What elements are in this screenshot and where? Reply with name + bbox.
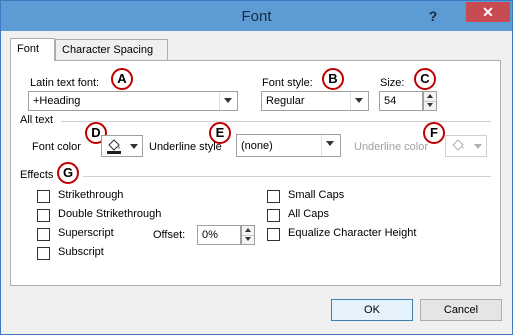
font-color-button[interactable] xyxy=(101,135,143,157)
chevron-down-icon xyxy=(474,144,482,149)
subscript-label: Subscript xyxy=(58,246,104,258)
marker-b: B xyxy=(322,68,344,90)
latin-font-combo[interactable]: +Heading xyxy=(28,91,238,111)
double-strikethrough-checkbox[interactable] xyxy=(37,209,50,222)
cancel-button[interactable]: Cancel xyxy=(420,299,502,321)
paint-bucket-icon xyxy=(107,139,121,154)
offset-value: 0% xyxy=(202,229,218,241)
font-dialog: Font ? ✕ Font Character Spacing Latin te… xyxy=(0,0,513,335)
size-input[interactable]: 54 xyxy=(379,91,423,111)
chevron-down-icon xyxy=(130,144,138,149)
tab-font[interactable]: Font xyxy=(10,38,55,61)
offset-input[interactable]: 0% xyxy=(197,225,241,245)
font-tab-panel: Latin text font: A +Heading Font style: … xyxy=(10,60,501,286)
title-bar: Font ? ✕ xyxy=(1,1,512,31)
size-spinner[interactable] xyxy=(423,91,437,111)
subscript-checkbox[interactable] xyxy=(37,247,50,260)
latin-font-value: +Heading xyxy=(33,95,81,107)
close-button[interactable]: ✕ xyxy=(466,2,510,22)
effects-label: Effects xyxy=(20,169,54,181)
double-strikethrough-label: Double Strikethrough xyxy=(58,208,162,220)
superscript-checkbox[interactable] xyxy=(37,228,50,241)
all-text-label: All text xyxy=(20,114,54,126)
ok-button[interactable]: OK xyxy=(331,299,413,321)
divider xyxy=(83,176,491,177)
marker-a: A xyxy=(111,68,133,90)
chevron-down-icon[interactable] xyxy=(350,92,368,110)
divider xyxy=(61,121,491,122)
underline-color-label: Underline color xyxy=(354,141,428,153)
font-color-label: Font color xyxy=(32,141,81,153)
superscript-label: Superscript xyxy=(58,227,114,239)
marker-e: E xyxy=(209,122,231,144)
underline-color-button[interactable] xyxy=(445,135,487,157)
offset-label: Offset: xyxy=(153,229,186,241)
chevron-down-icon[interactable] xyxy=(219,92,237,110)
small-caps-checkbox[interactable] xyxy=(267,190,280,203)
help-button[interactable]: ? xyxy=(420,7,446,25)
tab-character-spacing[interactable]: Character Spacing xyxy=(55,39,168,60)
chevron-down-icon[interactable] xyxy=(321,135,340,156)
all-caps-checkbox[interactable] xyxy=(267,209,280,222)
small-caps-label: Small Caps xyxy=(288,189,345,201)
font-style-combo[interactable]: Regular xyxy=(261,91,369,111)
equalize-height-label: Equalize Character Height xyxy=(288,227,417,239)
underline-style-value: (none) xyxy=(241,140,273,152)
equalize-height-checkbox[interactable] xyxy=(267,228,280,241)
underline-style-label: Underline style xyxy=(149,141,222,153)
font-style-label: Font style: xyxy=(262,77,313,89)
all-caps-label: All Caps xyxy=(288,208,329,220)
paint-bucket-icon xyxy=(452,139,464,151)
marker-f: F xyxy=(423,122,445,144)
tab-font-label: Font xyxy=(17,43,40,55)
marker-c: C xyxy=(414,68,436,90)
latin-font-label: Latin text font: xyxy=(30,77,100,89)
offset-spinner[interactable] xyxy=(241,225,255,245)
strikethrough-label: Strikethrough xyxy=(58,189,124,201)
tab-character-spacing-label: Character Spacing xyxy=(62,44,154,56)
strikethrough-checkbox[interactable] xyxy=(37,190,50,203)
font-style-value: Regular xyxy=(266,95,305,107)
marker-g: G xyxy=(57,162,79,184)
underline-style-combo[interactable]: (none) xyxy=(236,134,341,157)
spin-down-icon[interactable] xyxy=(424,101,436,110)
size-label: Size: xyxy=(380,77,405,89)
spin-down-icon[interactable] xyxy=(242,235,254,244)
size-value: 54 xyxy=(384,95,397,107)
